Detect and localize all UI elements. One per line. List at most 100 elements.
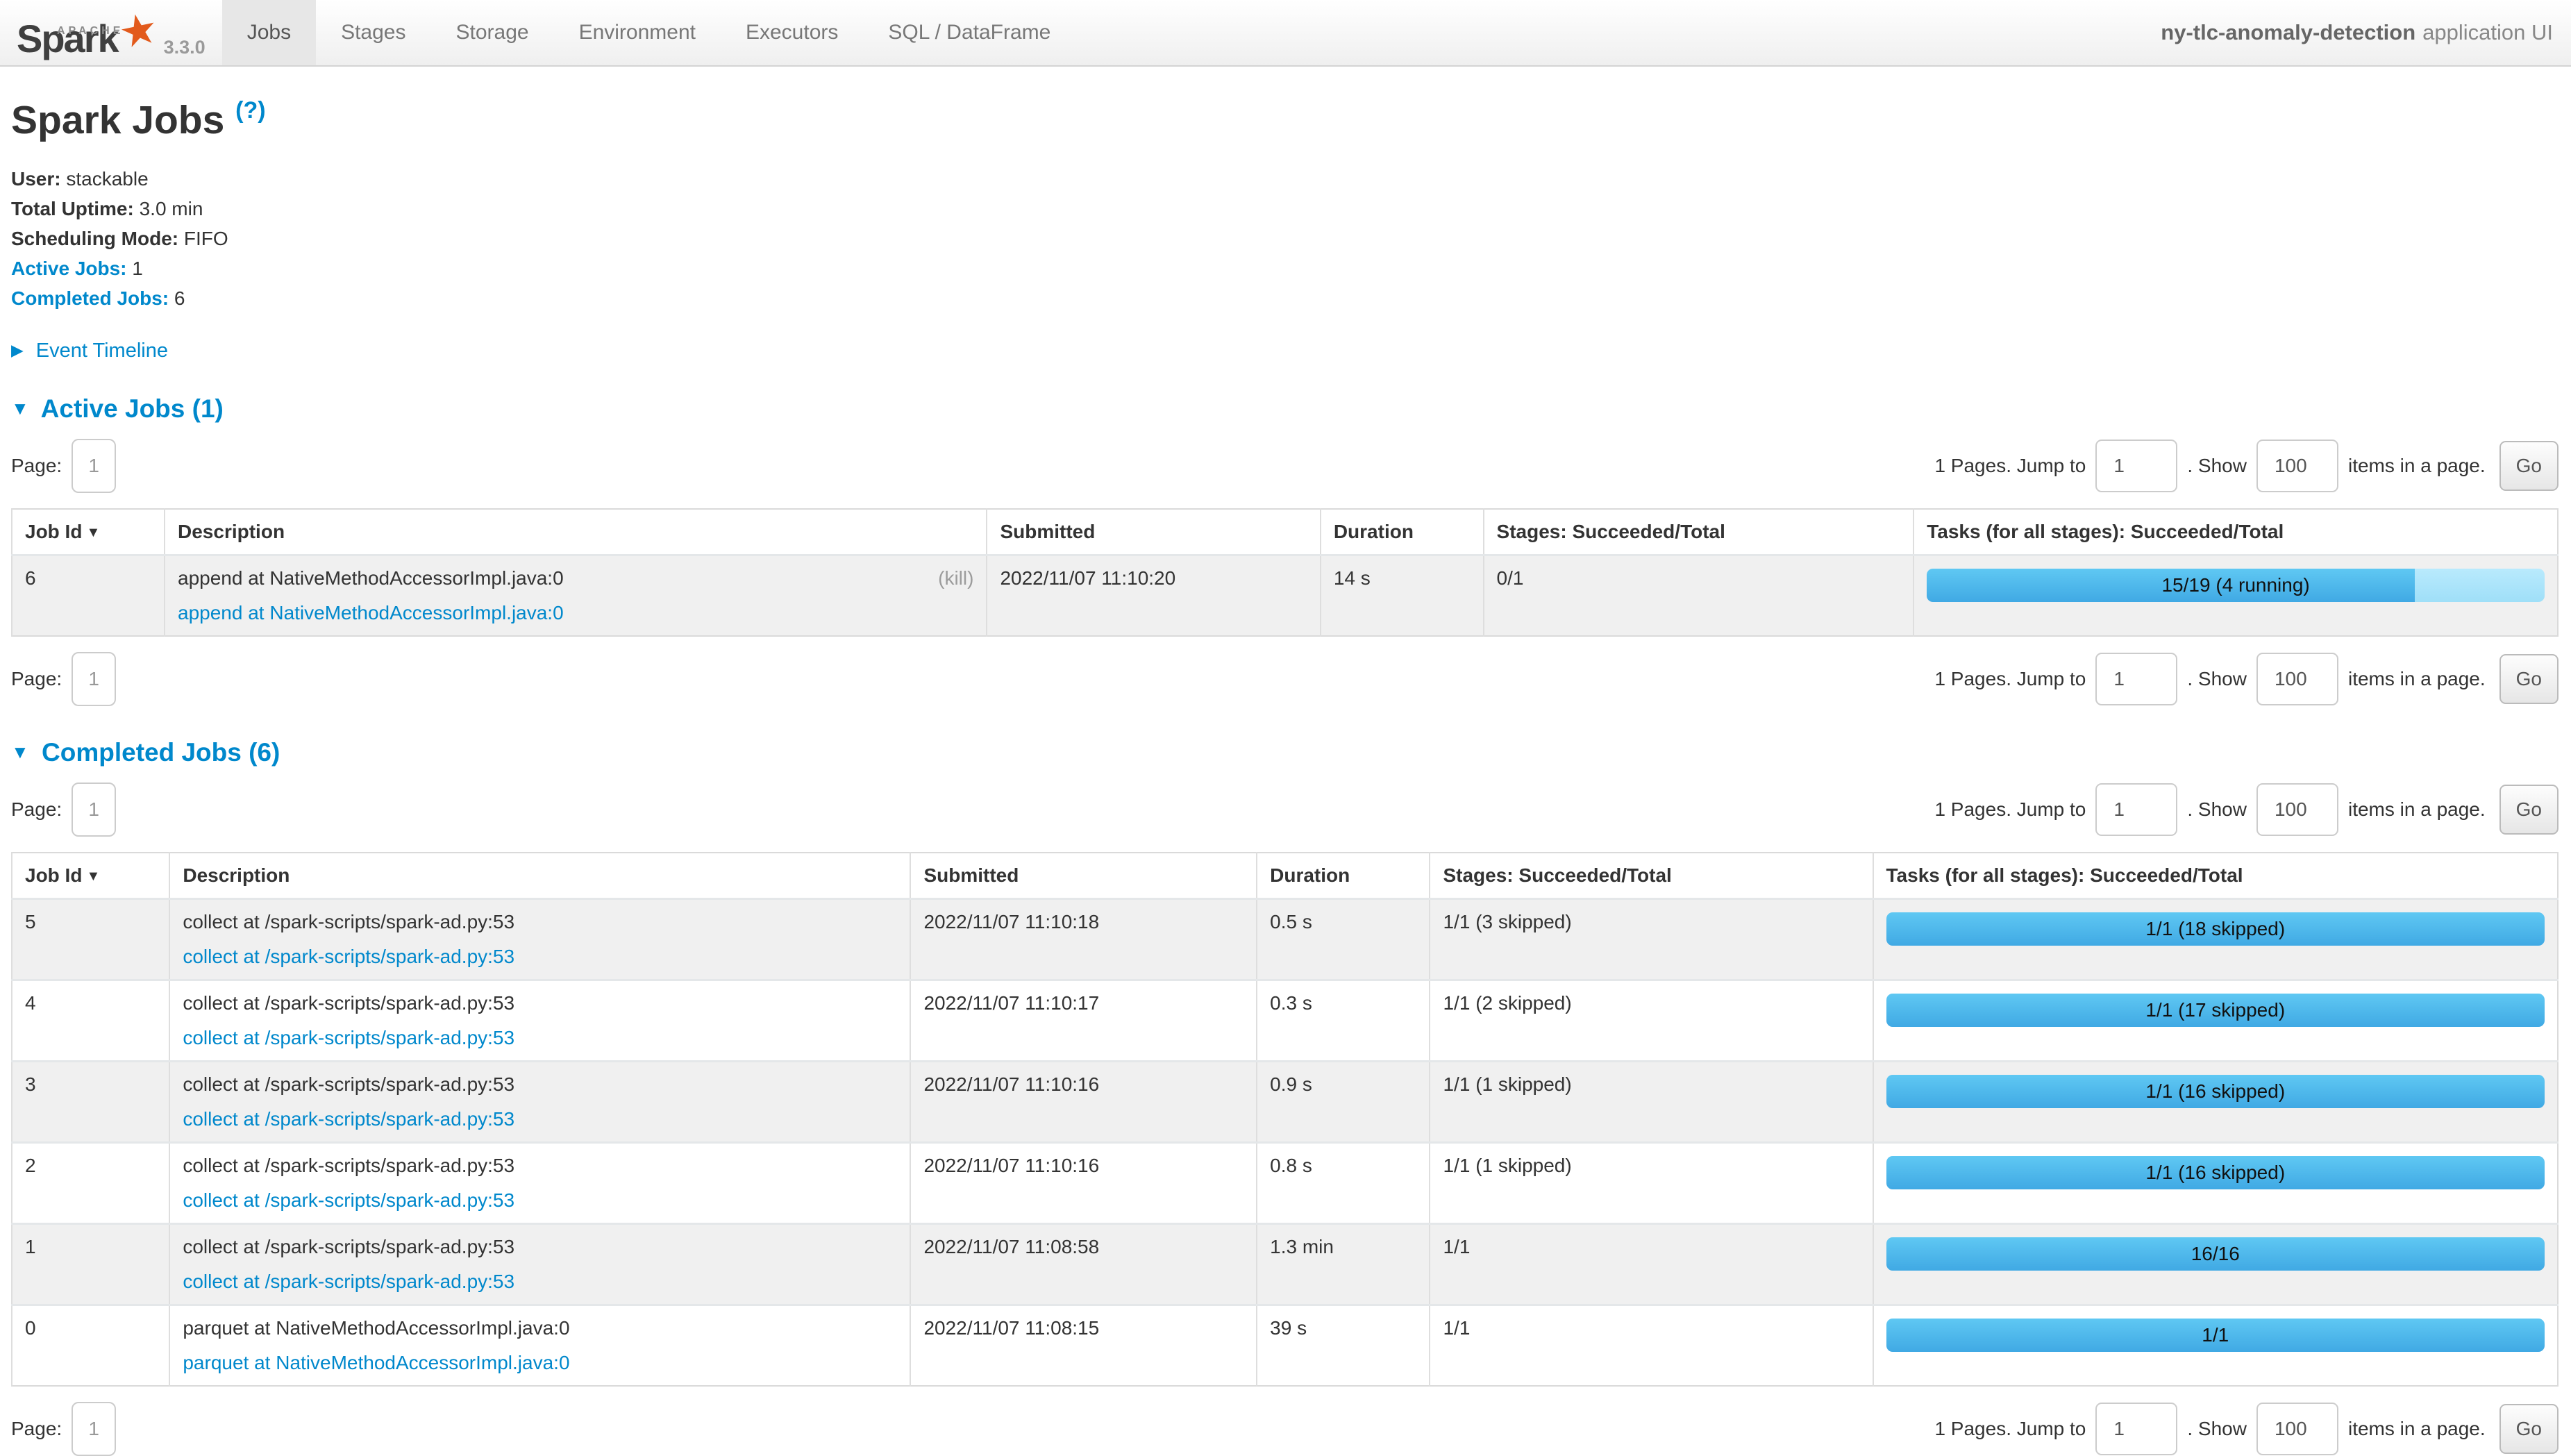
show-items-input[interactable] (2256, 440, 2338, 492)
job-duration: 0.8 s (1257, 1143, 1430, 1224)
job-description: collect at /spark-scripts/spark-ad.py:53 (183, 1236, 514, 1258)
tab-environment[interactable]: Environment (554, 0, 721, 65)
job-stages: 1/1 (1 skipped) (1430, 1062, 1873, 1143)
job-id: 6 (12, 555, 165, 637)
completed-jobs-table: Job Id▼ Description Submitted Duration S… (11, 852, 2559, 1387)
help-tooltip-link[interactable]: (?) (235, 97, 265, 124)
job-id: 2 (12, 1143, 169, 1224)
job-duration: 0.3 s (1257, 980, 1430, 1062)
page-label: Page: (11, 455, 62, 477)
items-text: items in a page. (2348, 1418, 2486, 1440)
show-text: . Show (2187, 668, 2247, 690)
tab-jobs[interactable]: Jobs (222, 0, 316, 65)
pagination-row: Page: 1 1 Pages. Jump to . Show items in… (11, 439, 2559, 493)
show-items-input[interactable] (2256, 783, 2338, 836)
tasks-progress-bar: 15/19 (4 running) (1927, 569, 2545, 602)
collapse-down-icon: ▼ (11, 742, 29, 762)
top-navbar: APACHE Spark ★ 3.3.0 Jobs Stages Storage… (0, 0, 2571, 67)
job-description-link[interactable]: collect at /spark-scripts/spark-ad.py:53 (183, 1108, 514, 1130)
page-number-box[interactable]: 1 (72, 652, 116, 706)
tab-executors[interactable]: Executors (721, 0, 863, 65)
summary-list: User: stackable Total Uptime: 3.0 min Sc… (11, 164, 2559, 313)
tab-sql-dataframe[interactable]: SQL / DataFrame (863, 0, 1075, 65)
tasks-progress-label: 1/1 (1886, 1319, 2545, 1352)
job-duration: 14 s (1321, 555, 1484, 637)
job-submitted: 2022/11/07 11:08:58 (910, 1224, 1257, 1305)
header-duration[interactable]: Duration (1257, 853, 1430, 899)
tasks-progress-label: 1/1 (16 skipped) (1886, 1156, 2545, 1189)
header-description[interactable]: Description (165, 509, 987, 555)
job-id: 4 (12, 980, 169, 1062)
header-job-id[interactable]: Job Id▼ (12, 509, 165, 555)
completed-jobs-link[interactable]: Completed Jobs: (11, 287, 169, 309)
tasks-progress-label: 1/1 (17 skipped) (1886, 994, 2545, 1027)
header-stages[interactable]: Stages: Succeeded/Total (1430, 853, 1873, 899)
header-tasks[interactable]: Tasks (for all stages): Succeeded/Total (1913, 509, 2558, 555)
header-tasks[interactable]: Tasks (for all stages): Succeeded/Total (1873, 853, 2558, 899)
items-text: items in a page. (2348, 668, 2486, 690)
job-description-link[interactable]: collect at /spark-scripts/spark-ad.py:53 (183, 946, 514, 967)
collapse-right-icon: ▶ (11, 341, 24, 359)
active-jobs-section-header[interactable]: ▼ Active Jobs (1) (11, 394, 2559, 424)
page-number-box[interactable]: 1 (72, 439, 116, 493)
jump-to-input[interactable] (2095, 1403, 2177, 1455)
job-duration: 0.9 s (1257, 1062, 1430, 1143)
job-description: append at NativeMethodAccessorImpl.java:… (178, 567, 564, 589)
active-jobs-table: Job Id▼ Description Submitted Duration S… (11, 508, 2559, 637)
job-stages: 1/1 (1430, 1305, 1873, 1387)
go-button[interactable]: Go (2499, 1404, 2559, 1454)
job-description: collect at /spark-scripts/spark-ad.py:53 (183, 1073, 514, 1096)
header-submitted[interactable]: Submitted (987, 509, 1320, 555)
go-button[interactable]: Go (2499, 785, 2559, 835)
table-row: 3 collect at /spark-scripts/spark-ad.py:… (12, 1062, 2558, 1143)
table-row: 2 collect at /spark-scripts/spark-ad.py:… (12, 1143, 2558, 1224)
summary-active-jobs: Active Jobs: 1 (11, 253, 2559, 283)
pagination-row: Page: 1 1 Pages. Jump to . Show items in… (11, 783, 2559, 837)
show-items-input[interactable] (2256, 1403, 2338, 1455)
header-duration[interactable]: Duration (1321, 509, 1484, 555)
active-jobs-link[interactable]: Active Jobs: (11, 258, 127, 279)
tab-storage[interactable]: Storage (430, 0, 553, 65)
page-number-box[interactable]: 1 (72, 783, 116, 837)
header-job-id[interactable]: Job Id▼ (12, 853, 169, 899)
tasks-progress-bar: 1/1 (1886, 1319, 2545, 1352)
go-button[interactable]: Go (2499, 654, 2559, 704)
page-label: Page: (11, 668, 62, 690)
completed-jobs-section-header[interactable]: ▼ Completed Jobs (6) (11, 738, 2559, 767)
jump-to-input[interactable] (2095, 440, 2177, 492)
tasks-progress-label: 16/16 (1886, 1237, 2545, 1271)
job-description-link[interactable]: collect at /spark-scripts/spark-ad.py:53 (183, 1271, 514, 1292)
summary-user: User: stackable (11, 164, 2559, 194)
header-stages[interactable]: Stages: Succeeded/Total (1484, 509, 1914, 555)
tasks-progress-bar: 1/1 (17 skipped) (1886, 994, 2545, 1027)
header-description[interactable]: Description (169, 853, 910, 899)
job-duration: 1.3 min (1257, 1224, 1430, 1305)
application-name: ny-tlc-anomaly-detection (2161, 20, 2415, 45)
tasks-progress-bar: 1/1 (18 skipped) (1886, 912, 2545, 946)
event-timeline-toggle[interactable]: ▶ Event Timeline (11, 340, 2559, 362)
jump-to-input[interactable] (2095, 783, 2177, 836)
items-text: items in a page. (2348, 455, 2486, 477)
pages-jump-text: 1 Pages. Jump to (1934, 798, 2086, 821)
spark-logo[interactable]: APACHE Spark ★ 3.3.0 (0, 0, 212, 65)
sort-desc-icon: ▼ (86, 525, 100, 540)
job-description-link[interactable]: collect at /spark-scripts/spark-ad.py:53 (183, 1027, 514, 1048)
header-submitted[interactable]: Submitted (910, 853, 1257, 899)
show-items-input[interactable] (2256, 653, 2338, 705)
nav-tabs: Jobs Stages Storage Environment Executor… (222, 0, 1076, 65)
kill-link[interactable]: (kill) (938, 567, 973, 589)
tasks-progress-bar: 1/1 (16 skipped) (1886, 1075, 2545, 1108)
jump-to-input[interactable] (2095, 653, 2177, 705)
job-submitted: 2022/11/07 11:10:16 (910, 1143, 1257, 1224)
page-number-box[interactable]: 1 (72, 1402, 116, 1456)
go-button[interactable]: Go (2499, 441, 2559, 491)
tab-stages[interactable]: Stages (316, 0, 430, 65)
job-description-link[interactable]: append at NativeMethodAccessorImpl.java:… (178, 602, 564, 624)
job-description-link[interactable]: parquet at NativeMethodAccessorImpl.java… (183, 1352, 569, 1373)
job-description-link[interactable]: collect at /spark-scripts/spark-ad.py:53 (183, 1189, 514, 1211)
table-row: 6 append at NativeMethodAccessorImpl.jav… (12, 555, 2558, 637)
apache-label: APACHE (57, 25, 124, 37)
job-stages: 1/1 (1430, 1224, 1873, 1305)
tasks-progress-label: 1/1 (16 skipped) (1886, 1075, 2545, 1108)
tasks-progress-bar: 16/16 (1886, 1237, 2545, 1271)
